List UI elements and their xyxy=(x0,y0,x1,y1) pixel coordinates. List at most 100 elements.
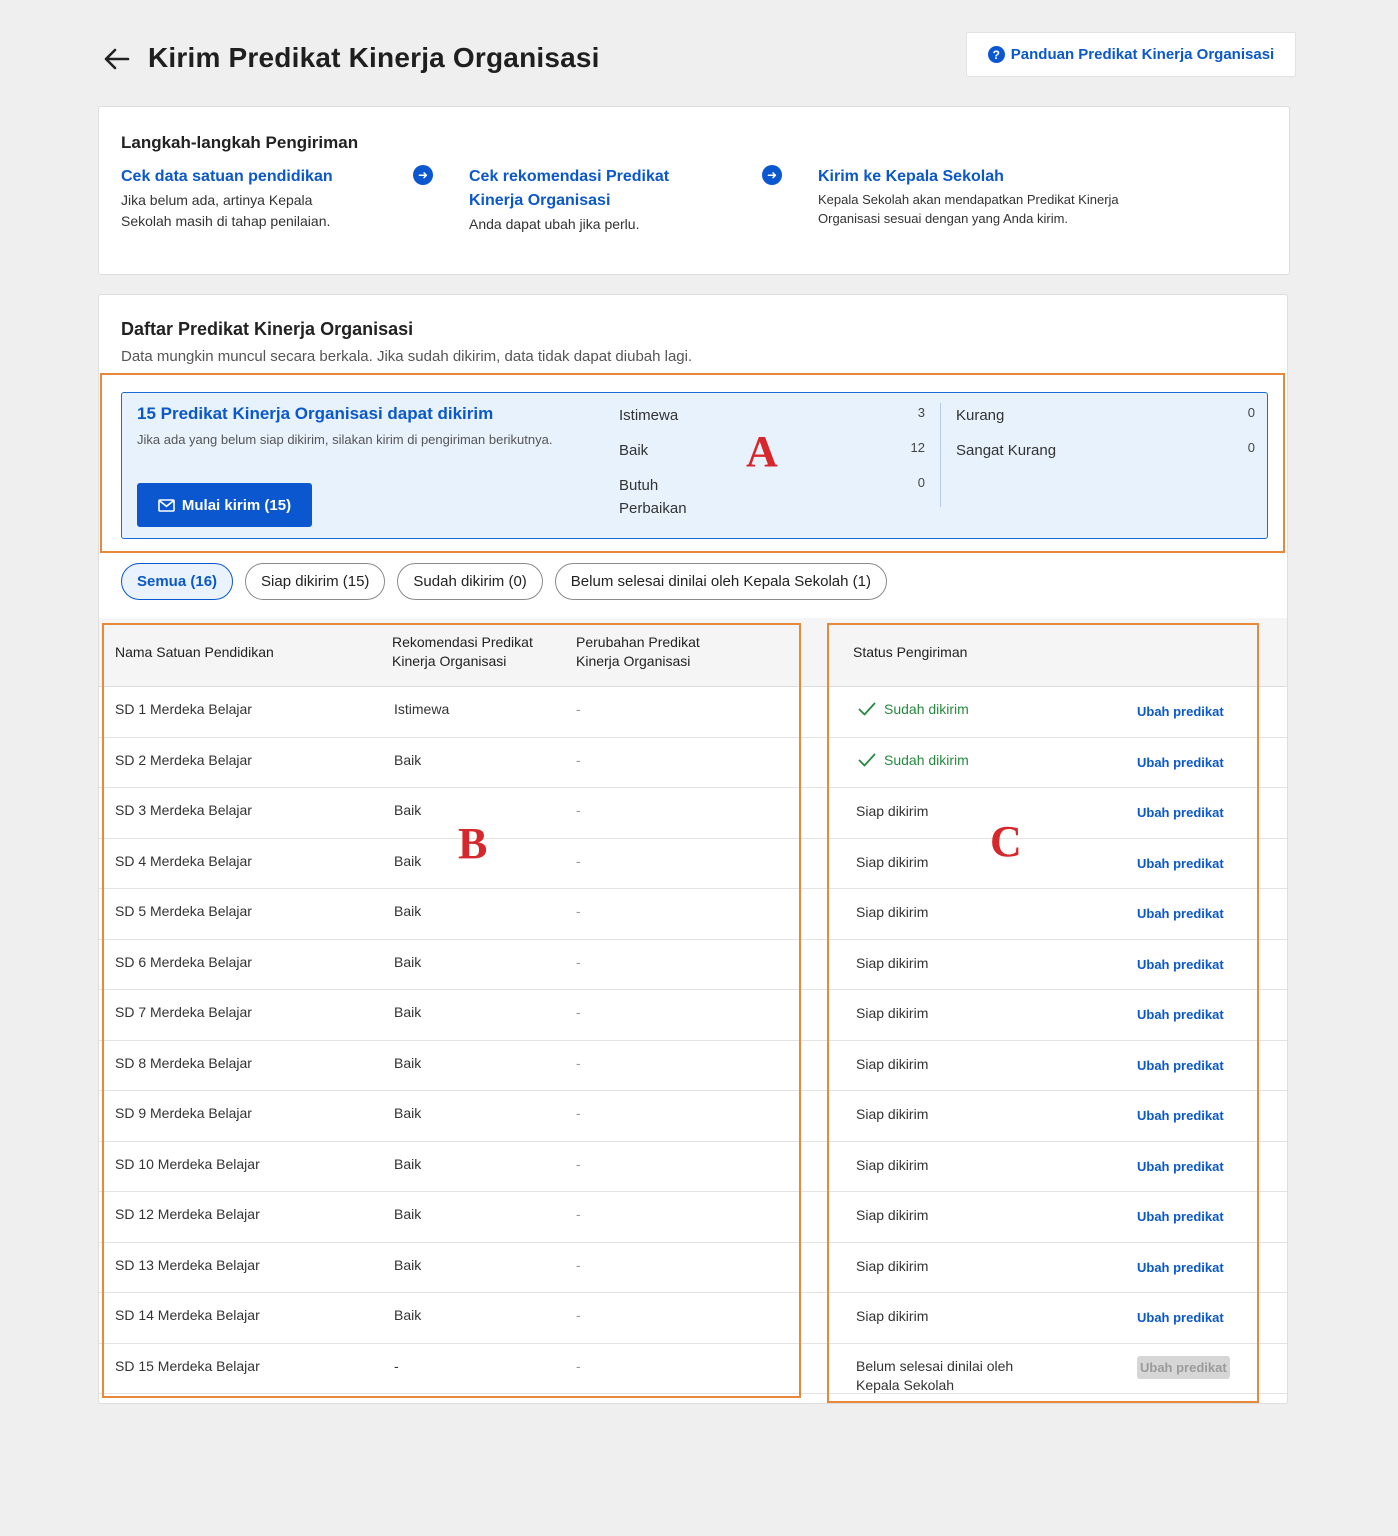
change-predicate-button[interactable]: Ubah predikat xyxy=(1137,1007,1224,1022)
school-name: SD 15 Merdeka Belajar xyxy=(115,1357,260,1374)
change-predicate-button[interactable]: Ubah predikat xyxy=(1137,906,1224,921)
table-row: SD 3 Merdeka Belajar Baik - Siap dikirim Uba… xyxy=(99,788,1287,839)
change-predicate-button[interactable]: Ubah predikat xyxy=(1137,1159,1224,1174)
recommendation-value: Baik xyxy=(394,802,422,818)
table-row: SD 10 Merdeka Belajar Baik - Siap dikirim Ub… xyxy=(99,1141,1287,1192)
school-name: SD 13 Merdeka Belajar xyxy=(115,1256,260,1273)
category-count: 12 xyxy=(910,440,925,455)
guide-button[interactable]: ? Panduan Predikat Kinerja Organisasi xyxy=(966,32,1296,77)
tab-sudah-dikirim[interactable]: Sudah dikirim (0) xyxy=(397,563,543,600)
start-send-button[interactable]: Mulai kirim (15) xyxy=(137,483,312,527)
change-predicate-button[interactable]: Ubah predikat xyxy=(1137,1058,1224,1073)
change-predicate-button[interactable]: Ubah predikat xyxy=(1137,1310,1224,1325)
check-icon xyxy=(858,702,876,716)
status-label: Siap dikirim xyxy=(856,1106,929,1122)
change-predicate-button[interactable]: Ubah predikat xyxy=(1137,1108,1224,1123)
recommendation-value: Baik xyxy=(394,1054,422,1071)
change-value: - xyxy=(576,1357,581,1374)
tab-belum-selesai[interactable]: Belum selesai dinilai oleh Kepala Sekola… xyxy=(554,563,887,600)
list-card: Daftar Predikat Kinerja Organisasi Data … xyxy=(98,294,1288,1404)
status-label: Sudah dikirim xyxy=(884,751,969,768)
table-row: SD 13 Merdeka Belajar Baik - Siap dikirim Ub… xyxy=(99,1242,1287,1293)
category-count: 0 xyxy=(917,475,925,490)
change-value: - xyxy=(576,1155,581,1172)
change-predicate-button[interactable]: Ubah predikat xyxy=(1137,856,1224,871)
status-label: Siap dikirim xyxy=(856,1005,929,1021)
table-row: SD 15 Merdeka Belajar - - Belum selesai din… xyxy=(99,1343,1287,1394)
change-value: - xyxy=(576,701,581,717)
change-predicate-button[interactable]: Ubah predikat xyxy=(1137,1260,1224,1275)
summary-desc: Jika ada yang belum siap dikirim, silaka… xyxy=(137,432,553,447)
change-value: - xyxy=(576,1105,581,1121)
change-value: - xyxy=(576,802,581,818)
school-name: SD 14 Merdeka Belajar xyxy=(115,1307,260,1323)
category-label: Butuh Perbaikan xyxy=(619,477,687,517)
table-row: SD 4 Merdeka Belajar Baik - Siap dikirim Uba… xyxy=(99,838,1287,889)
step-title: Kirim ke Kepala Sekolah xyxy=(818,168,1004,185)
recommendation-value: Baik xyxy=(394,953,422,970)
steps-title: Langkah-langkah Pengiriman xyxy=(121,133,359,152)
change-value: - xyxy=(576,903,581,919)
table-row: SD 7 Merdeka Belajar Baik - Siap dikirim Uba… xyxy=(99,990,1287,1041)
header-change: Perubahan Predikat Kinerja Organisasi xyxy=(576,634,700,669)
table-row: SD 14 Merdeka Belajar Baik - Siap dikirim Ub… xyxy=(99,1293,1287,1344)
table-body: SD 1 Merdeka Belajar Istimewa - Sudah dikir… xyxy=(99,687,1287,1394)
change-predicate-button[interactable]: Ubah predikat xyxy=(1137,957,1224,972)
list-subtitle: Data mungkin muncul secara berkala. Jika… xyxy=(121,348,693,365)
change-value: - xyxy=(576,1307,581,1323)
step-title: Cek data satuan pendidikan xyxy=(121,168,333,185)
change-value: - xyxy=(576,852,581,869)
summary-divider xyxy=(940,403,941,507)
help-icon: ? xyxy=(987,46,1005,63)
summary-title: 15 Predikat Kinerja Organisasi dapat dik… xyxy=(137,404,494,423)
status-label: Belum selesai dinilai oleh Kepala Sekola… xyxy=(856,1357,1014,1393)
status-sent: Sudah dikirim xyxy=(858,752,969,768)
tab-semua[interactable]: Semua (16) xyxy=(121,563,234,600)
change-predicate-button[interactable]: Ubah predikat xyxy=(1137,704,1224,719)
step-desc: Jika belum ada, artinya Kepala Sekolah m… xyxy=(121,192,331,229)
recommendation-value: Baik xyxy=(394,1105,422,1121)
recommendation-value: Istimewa xyxy=(394,701,450,717)
status-label: Sudah dikirim xyxy=(884,701,969,717)
school-name: SD 6 Merdeka Belajar xyxy=(115,953,252,970)
table-row: SD 9 Merdeka Belajar Baik - Siap dikirim Uba… xyxy=(99,1091,1287,1142)
annotation-letter-b: B xyxy=(458,819,488,868)
category-label: Sangat Kurang xyxy=(956,442,1057,459)
table-row: SD 12 Merdeka Belajar Baik - Siap dikirim Ub… xyxy=(99,1192,1287,1243)
change-value: - xyxy=(576,1004,581,1020)
recommendation-value: Baik xyxy=(394,1307,422,1323)
start-send-label: Mulai kirim (15) xyxy=(181,496,292,514)
school-name: SD 7 Merdeka Belajar xyxy=(115,1004,252,1020)
change-predicate-button: Ubah predikat xyxy=(1137,1355,1230,1379)
category-label: Kurang xyxy=(956,407,1005,424)
page-title: Kirim Predikat Kinerja Organisasi xyxy=(148,42,600,73)
tab-siap-dikirim[interactable]: Siap dikirim (15) xyxy=(245,563,386,600)
recommendation-value: Baik xyxy=(394,1206,422,1222)
status-label: Siap dikirim xyxy=(856,1308,929,1324)
back-arrow-icon[interactable] xyxy=(102,44,132,74)
steps-card: Langkah-langkah Pengiriman Cek data satu… xyxy=(98,106,1290,275)
table-row: SD 8 Merdeka Belajar Baik - Siap dikirim Uba… xyxy=(99,1040,1287,1091)
table-row: SD 2 Merdeka Belajar Baik - Sudah dikirim Ub… xyxy=(99,737,1287,788)
filter-tabs: Semua (16) Siap dikirim (15) Sudah dikir… xyxy=(121,563,887,600)
category-count: 0 xyxy=(1247,440,1255,455)
arrow-right-icon: ➜ xyxy=(413,165,433,185)
header-status: Status Pengiriman xyxy=(853,644,968,660)
recommendation-value: - xyxy=(394,1357,399,1374)
change-predicate-button[interactable]: Ubah predikat xyxy=(1137,1209,1224,1224)
change-predicate-button[interactable]: Ubah predikat xyxy=(1137,755,1224,770)
status-sent: Sudah dikirim xyxy=(858,701,969,717)
school-name: SD 1 Merdeka Belajar xyxy=(115,701,252,717)
recommendation-value: Baik xyxy=(394,751,422,768)
summary-panel: 15 Predikat Kinerja Organisasi dapat dik… xyxy=(121,392,1268,539)
mail-icon xyxy=(158,498,175,512)
change-predicate-button[interactable]: Ubah predikat xyxy=(1137,805,1224,820)
annotation-letter-a: A xyxy=(746,427,778,476)
status-label: Siap dikirim xyxy=(856,1257,929,1274)
status-label: Siap dikirim xyxy=(856,954,929,971)
school-name: SD 9 Merdeka Belajar xyxy=(115,1105,252,1121)
status-label: Siap dikirim xyxy=(856,1207,929,1223)
step-1: Cek data satuan pendidikan Jika belum ad… xyxy=(121,165,361,232)
status-label: Siap dikirim xyxy=(856,1055,929,1072)
page-header: Kirim Predikat Kinerja Organisasi ? Pand… xyxy=(98,30,1296,86)
